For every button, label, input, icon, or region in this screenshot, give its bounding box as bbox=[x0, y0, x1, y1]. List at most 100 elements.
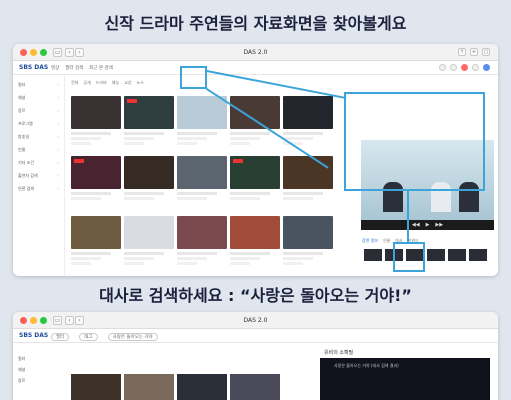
connector-line bbox=[407, 191, 409, 243]
headline-1-emphasis: 신작 드라마 주연 bbox=[104, 14, 219, 33]
result-card[interactable] bbox=[71, 156, 121, 224]
result-card[interactable] bbox=[177, 156, 227, 224]
result-card[interactable] bbox=[230, 374, 280, 400]
sidebar-item[interactable]: 출연자 검색 › bbox=[18, 169, 59, 182]
headline-2-quote: “사랑은 돌아오는 거야!” bbox=[239, 286, 412, 305]
filter-chip[interactable]: 공개 bbox=[83, 80, 90, 86]
filter-chip[interactable]: 교양 bbox=[124, 80, 131, 86]
search-query-chip[interactable]: 사랑은 돌아오는 거야 bbox=[107, 333, 158, 341]
notification-icon[interactable] bbox=[461, 64, 468, 71]
chevron-icon: › bbox=[57, 147, 59, 152]
result-card[interactable] bbox=[230, 156, 280, 224]
folder-icon[interactable] bbox=[472, 64, 479, 71]
scene-thumb[interactable] bbox=[427, 249, 445, 261]
forward-icon[interactable]: ▶▶ bbox=[435, 222, 443, 228]
result-card[interactable] bbox=[71, 374, 121, 400]
result-card[interactable] bbox=[230, 216, 280, 270]
share-icon[interactable]: ↑ bbox=[458, 48, 466, 56]
headline-1: 신작 드라마 주연들의 자료화면을 찾아볼게요 bbox=[0, 10, 511, 34]
window-title: DAS 2.0 bbox=[243, 49, 268, 56]
app-toolbar: SBS DAS 영상 필터 검색 최근 본 검색 bbox=[13, 61, 498, 75]
result-card[interactable] bbox=[124, 374, 174, 400]
app-logo: SBS DAS bbox=[19, 64, 49, 71]
badge-icon bbox=[233, 159, 243, 163]
badge-icon bbox=[127, 99, 137, 103]
headline-2: 대사로 검색하세요 : “사랑은 돌아오는 거야!” bbox=[0, 282, 511, 306]
chevron-icon: › bbox=[57, 134, 59, 139]
new-tab-icon[interactable]: + bbox=[470, 48, 478, 56]
results-grid bbox=[71, 374, 280, 400]
result-card[interactable] bbox=[71, 216, 121, 270]
app-menu-item[interactable]: 최근 본 검색 bbox=[89, 65, 113, 71]
chevron-icon: › bbox=[57, 160, 59, 165]
app-toolbar-icons bbox=[439, 64, 490, 71]
sidebar-item[interactable]: 장르 › bbox=[18, 104, 59, 117]
chevron-icon: › bbox=[57, 82, 59, 87]
headline-1-rest: 들의 자료화면을 찾아볼게요 bbox=[218, 14, 407, 33]
scene-thumb[interactable] bbox=[364, 249, 382, 261]
filter-chip[interactable]: 뉴스 bbox=[137, 80, 144, 86]
sidebar-item[interactable]: 프로그램 › bbox=[18, 117, 59, 130]
chevron-icon: › bbox=[57, 186, 59, 191]
window-titlebar: ▭ ‹ › DAS 2.0 bbox=[13, 312, 498, 329]
user-avatar[interactable] bbox=[483, 64, 490, 71]
filter-chip[interactable]: 드라마 bbox=[96, 80, 107, 86]
search-chip[interactable]: 태그 bbox=[79, 333, 98, 341]
result-card[interactable] bbox=[124, 156, 174, 224]
badge-icon bbox=[74, 159, 84, 163]
sidebar-item[interactable]: 방송일 › bbox=[18, 130, 59, 143]
sidebar-item[interactable]: 장르 bbox=[18, 378, 25, 389]
bookmark-icon[interactable] bbox=[450, 64, 457, 71]
player-controls: ◀◀ ▶ ▶▶ bbox=[361, 220, 494, 230]
filter-chip[interactable]: 전체 bbox=[71, 80, 78, 86]
result-card[interactable] bbox=[177, 374, 227, 400]
panel-caption: 사랑은 돌아오는 거야 (대사 검색 결과) bbox=[334, 363, 399, 368]
app-menu: 영상 필터 검색 최근 본 검색 bbox=[51, 65, 113, 71]
sidebar-item[interactable]: 필터 › bbox=[18, 78, 59, 91]
scene-panel: 장면 정보 인물 대사 키워드 bbox=[358, 236, 496, 276]
result-card[interactable] bbox=[283, 216, 333, 270]
highlight-scene bbox=[393, 242, 425, 272]
result-card[interactable] bbox=[230, 96, 280, 150]
sidebar-item[interactable]: 인물 › bbox=[18, 143, 59, 156]
window-titlebar: ▭ ‹ › DAS 2.0 ↑ + ▢ bbox=[13, 44, 498, 61]
play-icon[interactable]: ▶ bbox=[426, 222, 430, 228]
filter-chip[interactable]: 예능 bbox=[112, 80, 119, 86]
results-grid bbox=[71, 96, 336, 270]
app-logo: SBS DAS bbox=[19, 332, 49, 339]
tab-scene[interactable]: 장면 정보 bbox=[362, 238, 378, 244]
result-card[interactable] bbox=[124, 96, 174, 150]
app-menu-item[interactable]: 필터 검색 bbox=[65, 65, 83, 71]
result-card[interactable] bbox=[177, 216, 227, 270]
das-window-2: ▭ ‹ › DAS 2.0 SBS DAS 필터 태그 사랑은 돌아오는 거야 … bbox=[13, 312, 498, 400]
result-card[interactable] bbox=[124, 216, 174, 270]
app-menu-item[interactable]: 영상 bbox=[51, 65, 59, 71]
tabs-overview-icon[interactable]: ▢ bbox=[482, 48, 490, 56]
chevron-icon: › bbox=[57, 95, 59, 100]
rewind-icon[interactable]: ◀◀ bbox=[412, 222, 420, 228]
sidebar-item[interactable]: 채널 bbox=[18, 367, 25, 378]
video-preview[interactable]: 유비의 소확필 사랑은 돌아오는 거야 (대사 검색 결과) bbox=[320, 349, 490, 400]
sidebar-item[interactable]: 기타 조건 › bbox=[18, 156, 59, 169]
tab-person[interactable]: 인물 bbox=[383, 238, 390, 244]
window-title: DAS 2.0 bbox=[243, 317, 268, 324]
scene-thumb[interactable] bbox=[469, 249, 487, 261]
result-card[interactable] bbox=[177, 96, 227, 150]
search-chips: 필터 태그 사랑은 돌아오는 거야 bbox=[51, 333, 162, 341]
sidebar-item[interactable]: 연관 검색 › bbox=[18, 182, 59, 195]
app-toolbar: SBS DAS 필터 태그 사랑은 돌아오는 거야 bbox=[13, 329, 498, 343]
sidebar-item[interactable]: 채널 › bbox=[18, 91, 59, 104]
headline-2-plain: 대사로 검색하세요 : bbox=[99, 286, 240, 305]
scene-thumb[interactable] bbox=[448, 249, 466, 261]
download-icon[interactable] bbox=[439, 64, 446, 71]
highlight-preview bbox=[344, 92, 485, 191]
filter-sidebar: 필터 › 채널 › 장르 › 프로그램 › 방송일 › 인물 › 기타 조건 › 출연자 검색… bbox=[13, 75, 65, 276]
search-chip[interactable]: 필터 bbox=[51, 333, 70, 341]
panel-title: 유비의 소확필 bbox=[320, 349, 490, 358]
sidebar-item[interactable]: 필터 bbox=[18, 356, 25, 367]
chevron-icon: › bbox=[57, 121, 59, 126]
chevron-icon: › bbox=[57, 173, 59, 178]
chevron-icon: › bbox=[57, 108, 59, 113]
filter-sidebar: 필터 채널 장르 bbox=[18, 356, 25, 389]
result-card[interactable] bbox=[71, 96, 121, 150]
